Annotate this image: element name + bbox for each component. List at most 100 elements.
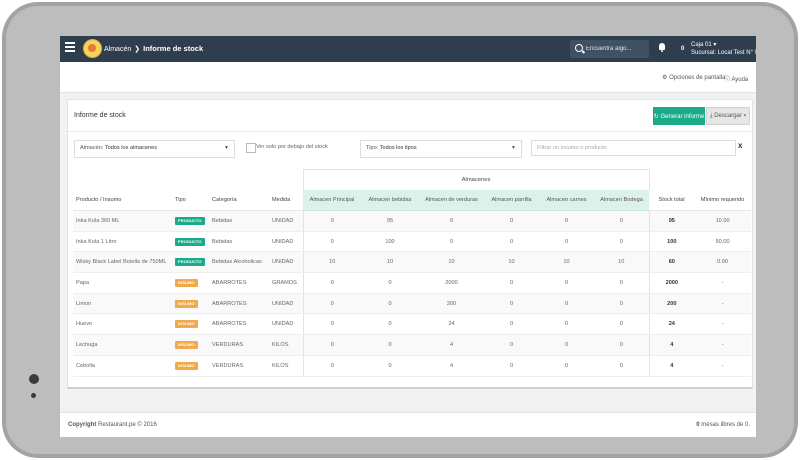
warehouse-stock-cell: 0 [361,313,419,336]
refresh-icon: ↻ [653,113,659,120]
category-cell: ABARROTES [209,272,269,294]
search-icon[interactable] [575,44,583,52]
warehouse-stock-cell: 0 [594,293,650,315]
help-icon: ⓘ [724,77,731,83]
type-cell: PRODUCTO [172,231,209,253]
warehouse-stock-cell: 0 [594,210,650,232]
almacen-select[interactable]: Almacén: Todos los almacenes ▼ [74,140,235,158]
warehouse-stock-cell: 0 [484,334,539,356]
column-header: Almacen parrilla [484,190,539,211]
screen-options-link[interactable]: ⚙ Opciones de pantalla [662,74,725,81]
below-stock-label: Ver solo por debajo del stock [256,144,328,150]
product-name-cell: Wisky Black Label Botella de 750ML [73,251,172,274]
clear-filter-icon[interactable]: x [738,141,742,150]
total-stock-cell: 4 [649,334,695,356]
type-badge: INSUMO [175,320,198,329]
table-row: Inka Kola 1 Litro PRODUCTO Bebidas UNIDAD 0 1… [73,231,752,253]
warehouse-stock-cell: 100 [361,231,419,253]
unit-cell: UNIDAD [269,251,303,274]
table-row: Papa INSUMO ABARROTES GRAMOS 0 0 2000 0 0 0 2000- [73,272,752,294]
product-name-cell: Inka Kola 360 ML [73,210,172,232]
almacenes-group-header: Almacenes [302,169,650,190]
warehouse-stock-cell: 0 [594,334,650,356]
panel-title: Informe de stock [74,112,126,119]
product-filter-input[interactable] [531,140,736,156]
table-row: Huevo INSUMO ABARROTES UNIDAD 0 0 24 0 0 0 24- [73,313,752,336]
product-name-cell: Cebolla [73,355,172,377]
product-name-cell: Papa [73,272,172,294]
footer: Copyright Restaurant.pe © 2016 0 mesas l… [60,412,756,437]
total-stock-cell: 4 [649,355,695,377]
type-cell: INSUMO [172,334,209,356]
warehouse-stock-cell: 0 [484,293,539,315]
total-stock-cell: 95 [649,210,695,232]
column-header: Tipo [172,190,209,211]
unit-cell: GRAMOS [269,272,303,294]
total-stock-cell: 2000 [649,272,695,294]
column-header: Almacen Principal [303,190,361,211]
product-name-cell: Limon [73,293,172,315]
below-stock-checkbox[interactable] [246,143,256,153]
table-row: Limon INSUMO ABARROTES UNIDAD 0 0 200 0 0 0 200- [73,293,752,315]
category-cell: VERDURAS [209,334,269,356]
caret-down-icon: ▼ [224,145,229,151]
warehouse-stock-cell: 0 [539,272,594,294]
warehouse-stock-cell: 0 [302,334,361,356]
table-header: Producto / Insumo Tipo Categoría Medida Alma… [73,190,752,211]
product-name-cell: Lechuga [73,334,172,356]
bell-icon[interactable] [658,43,666,52]
total-stock-cell: 100 [649,231,695,253]
unit-cell: KILOS [269,355,303,377]
warehouse-stock-cell: 0 [594,313,650,336]
warehouse-stock-cell: 0 [484,355,539,377]
help-link[interactable]: ⓘ Ayuda [724,74,748,83]
user-menu[interactable]: Caja 01 ▾ Sucursal: Local Test N° 01 [691,41,756,57]
warehouse-stock-cell: 0 [302,313,361,336]
global-search-input[interactable] [586,43,646,55]
category-cell: Bebidas Alcoholicas [209,251,269,274]
warehouse-stock-cell: 0 [594,272,650,294]
type-cell: PRODUCTO [172,251,209,274]
column-header: Stock total [649,190,695,211]
global-search [570,40,649,58]
chevron-right-icon: ❯ [134,46,141,53]
min-required-cell: - [694,293,752,315]
type-badge: INSUMO [175,278,198,287]
total-stock-cell: 24 [649,313,695,336]
breadcrumb-parent[interactable]: Almacén [104,46,131,53]
type-badge: PRODUCTO [175,216,205,225]
tipo-select[interactable]: Tipo: Todos los tipos ▼ [360,140,522,158]
warehouse-stock-cell: 0 [484,231,539,253]
warehouse-stock-cell: 10 [539,251,594,274]
table-body: Inka Kola 360 ML PRODUCTO Bebidas UNIDAD 0 95… [73,210,752,377]
download-button[interactable]: ⤓ Descargar ▾ [706,107,750,125]
type-badge: PRODUCTO [175,237,205,246]
column-header: Categoría [209,190,269,211]
warehouse-stock-cell: 10 [361,251,419,274]
stock-table-wrap: Almacenes Producto / Insumo Tipo Categoría… [73,169,752,377]
min-required-cell: 10.00 [694,210,752,232]
type-cell: INSUMO [172,272,209,294]
min-required-cell: - [694,313,752,336]
gear-icon: ⚙ [662,75,668,81]
category-cell: ABARROTES [209,313,269,336]
product-name-cell: Inka Kola 1 Litro [73,231,172,253]
sucursal-label: Sucursal: Local Test N° 01 [691,50,756,56]
category-cell: Bebidas [209,210,269,232]
warehouse-stock-cell: 0 [484,272,539,294]
type-badge: INSUMO [175,299,198,308]
warehouse-stock-cell: 0 [361,334,419,356]
app-logo[interactable] [83,39,102,58]
category-cell: Bebidas [209,231,269,253]
warehouse-stock-cell: 0 [594,231,650,253]
type-cell: INSUMO [172,355,209,377]
menu-icon[interactable] [65,42,75,52]
warehouse-stock-cell: 0 [539,313,594,336]
min-required-cell: 50.00 [694,231,752,253]
table-group-header: Almacenes [73,169,751,190]
caret-down-icon: ▾ [743,112,747,119]
unit-cell: UNIDAD [269,210,303,232]
generate-report-button[interactable]: ↻ Generar informe [653,107,705,125]
column-header: Almacen Bodega [594,190,650,211]
warehouse-stock-cell: 0 [419,210,484,232]
